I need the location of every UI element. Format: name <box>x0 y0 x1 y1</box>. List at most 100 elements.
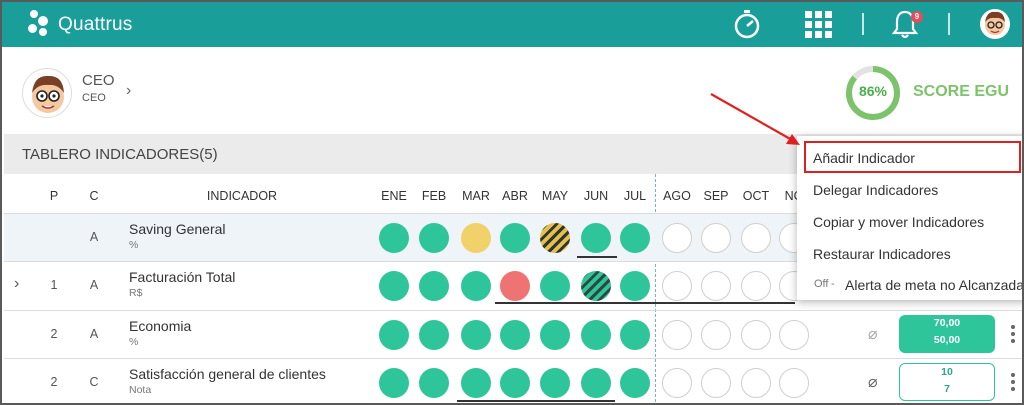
score-label: SCORE EGU <box>913 83 1010 100</box>
month-status-green[interactable] <box>540 320 570 350</box>
alert-toggle-state[interactable]: Off <box>814 278 828 290</box>
row-category: A <box>89 230 99 244</box>
menu-item-alert-toggle[interactable]: Alerta de meta no Alcanzada <box>845 277 1022 293</box>
menu-item-add-indicator[interactable]: Añadir Indicador <box>813 150 915 166</box>
month-status-green[interactable] <box>379 223 409 253</box>
profile-role: CEO <box>82 92 106 104</box>
period-marker <box>495 302 795 304</box>
month-status-green[interactable] <box>540 368 570 398</box>
month-status-empty[interactable] <box>741 320 771 350</box>
month-status-green[interactable] <box>419 368 449 398</box>
apps-grid-icon[interactable] <box>802 8 834 40</box>
month-status-green[interactable] <box>581 368 611 398</box>
month-status-empty[interactable] <box>701 271 731 301</box>
month-status-empty[interactable] <box>701 368 731 398</box>
month-status-green[interactable] <box>419 320 449 350</box>
indicator-name[interactable]: Economia <box>129 318 191 334</box>
quattrus-logo-icon <box>28 10 58 40</box>
month-status-hatched-yellow[interactable] <box>540 223 570 253</box>
month-status-green[interactable] <box>500 368 530 398</box>
paperclip-icon[interactable]: ⌀ <box>868 372 878 392</box>
indicator-unit: % <box>129 336 139 348</box>
board-title: TABLERO INDICADORES(5) <box>22 146 218 163</box>
menu-item-delegate-indicators[interactable]: Delegar Indicadores <box>813 182 938 198</box>
month-status-empty[interactable] <box>779 368 809 398</box>
month-status-empty[interactable] <box>662 271 692 301</box>
month-status-empty[interactable] <box>662 320 692 350</box>
col-month[interactable]: ENE <box>374 189 414 203</box>
indicator-unit: % <box>129 239 139 251</box>
month-status-green[interactable] <box>461 368 491 398</box>
score-percent: 86% <box>858 83 888 99</box>
col-indicator[interactable]: INDICADOR <box>182 189 302 203</box>
row-priority: 1 <box>50 278 58 292</box>
month-status-green[interactable] <box>461 271 491 301</box>
indicator-unit: R$ <box>129 287 143 299</box>
target-value: 70,00 <box>933 317 961 329</box>
month-status-empty[interactable] <box>741 223 771 253</box>
month-status-green[interactable] <box>500 320 530 350</box>
col-month[interactable]: JUL <box>615 189 655 203</box>
menu-item-copy-move-indicators[interactable]: Copiar y mover Indicadores <box>813 214 984 230</box>
top-navbar: Quattrus 9 <box>2 2 1022 47</box>
month-status-green[interactable] <box>419 271 449 301</box>
period-marker <box>577 256 617 258</box>
month-status-green[interactable] <box>461 320 491 350</box>
col-month[interactable]: OCT <box>736 189 776 203</box>
divider <box>948 13 950 35</box>
month-status-green[interactable] <box>379 368 409 398</box>
month-status-green[interactable] <box>419 223 449 253</box>
month-status-green[interactable] <box>620 223 650 253</box>
col-month[interactable]: ABR <box>495 189 535 203</box>
month-status-green[interactable] <box>581 320 611 350</box>
month-status-empty[interactable] <box>741 271 771 301</box>
target-actual-box[interactable]: 10 7 <box>899 363 995 401</box>
col-c[interactable]: C <box>84 189 104 203</box>
month-status-empty[interactable] <box>662 368 692 398</box>
app-name[interactable]: Quattrus <box>58 14 132 36</box>
month-status-empty[interactable] <box>701 223 731 253</box>
col-p[interactable]: P <box>44 189 64 203</box>
col-month[interactable]: MAR <box>456 189 496 203</box>
month-status-green[interactable] <box>379 320 409 350</box>
month-status-yellow[interactable] <box>461 223 491 253</box>
month-status-green[interactable] <box>620 271 650 301</box>
menu-item-restore-indicators[interactable]: Restaurar Indicadores <box>813 246 951 262</box>
row-category: A <box>89 327 99 341</box>
indicator-name[interactable]: Satisfacción general de clientes <box>129 366 326 382</box>
profile-name[interactable]: CEO <box>82 72 115 89</box>
indicator-name[interactable]: Saving General <box>129 221 226 237</box>
indicator-name[interactable]: Facturación Total <box>129 269 235 285</box>
month-status-empty[interactable] <box>662 223 692 253</box>
month-status-green[interactable] <box>379 271 409 301</box>
month-status-green[interactable] <box>581 223 611 253</box>
row-category: A <box>89 278 99 292</box>
month-status-empty[interactable] <box>701 320 731 350</box>
stopwatch-icon[interactable] <box>731 8 763 40</box>
col-month[interactable]: AGO <box>657 189 697 203</box>
board-actions-menu: Añadir Indicador Delegar Indicadores Cop… <box>797 136 1022 300</box>
more-options-icon[interactable] <box>1011 373 1015 394</box>
row-priority: 2 <box>50 327 58 341</box>
user-avatar[interactable] <box>979 8 1011 40</box>
month-status-green[interactable] <box>620 368 650 398</box>
profile-avatar[interactable] <box>22 68 72 118</box>
col-month[interactable]: MAY <box>535 189 575 203</box>
month-status-green[interactable] <box>500 223 530 253</box>
app-window: Quattrus 9 CEO CEO › 86% SCORE EGU TABLE… <box>0 0 1024 405</box>
col-month[interactable]: FEB <box>414 189 454 203</box>
expand-chevron-icon[interactable]: › <box>14 275 19 293</box>
target-actual-box[interactable]: 70,00 50,00 <box>899 315 995 353</box>
month-status-empty[interactable] <box>741 368 771 398</box>
month-status-red[interactable] <box>500 271 530 301</box>
month-status-hatched-green[interactable] <box>581 271 611 301</box>
month-status-empty[interactable] <box>779 320 809 350</box>
month-status-green[interactable] <box>620 320 650 350</box>
row-priority: 2 <box>50 375 58 389</box>
col-month[interactable]: SEP <box>696 189 736 203</box>
month-status-green[interactable] <box>540 271 570 301</box>
col-month[interactable]: JUN <box>576 189 616 203</box>
more-options-icon[interactable] <box>1011 325 1015 346</box>
chevron-right-icon[interactable]: › <box>126 82 131 100</box>
paperclip-icon[interactable]: ⌀ <box>868 324 878 344</box>
